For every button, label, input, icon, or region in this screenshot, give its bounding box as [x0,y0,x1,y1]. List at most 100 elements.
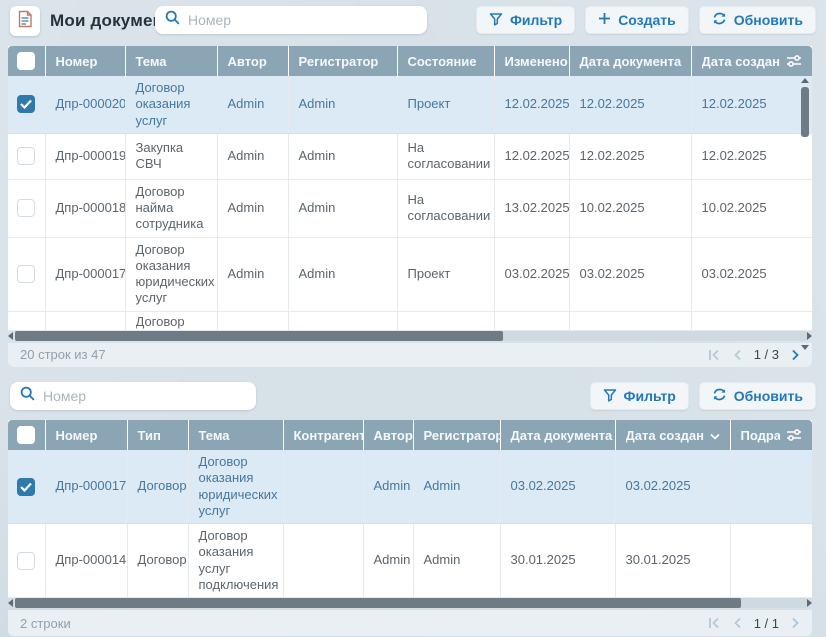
prev-page-icon[interactable] [733,617,742,629]
table-row[interactable]: Дпр-000018 Договор найма сотрудника Admi… [8,179,812,237]
cell-doc-date: 12.02.2025 [569,76,691,133]
filter-button[interactable]: Фильтр [590,382,689,410]
cell-number: Дпр-000017 [45,237,125,311]
cell-registrar: Admin [288,76,397,133]
cell-type: Договор [127,450,188,524]
refresh-button[interactable]: Обновить [699,382,816,410]
toolbar-buttons-top: Фильтр Создать Обновить [476,6,816,34]
first-page-icon[interactable] [708,617,721,629]
column-settings-icon[interactable] [786,54,802,68]
col-header-created[interactable]: Дата создания [691,46,812,76]
col-header-author[interactable]: Автор [217,46,288,76]
col-header-author[interactable]: Автор [363,420,413,450]
cell-state: Проект [397,237,494,311]
col-header-created[interactable]: Дата создания [615,420,730,450]
search-box-top [155,6,427,34]
cell-registrar: Admin [288,133,397,179]
refresh-button[interactable]: Обновить [699,6,816,34]
cell-number: Дпр-000020 [45,76,125,133]
first-page-icon[interactable] [708,349,721,361]
col-header-type[interactable]: Тип [127,420,188,450]
table-row[interactable]: Дпр-000014 Договор Договор оказания услу… [8,524,812,598]
horizontal-scrollbar[interactable] [8,598,812,608]
table-footer: 2 строки 1 / 1 [8,610,812,636]
search-box-bottom [10,382,256,410]
next-page-icon[interactable] [791,617,800,629]
horizontal-scroll-thumb[interactable] [15,331,503,341]
horizontal-scrollbar[interactable] [8,331,812,341]
next-page-icon[interactable] [791,349,800,361]
vertical-scroll-thumb[interactable] [801,87,809,137]
col-header-registrar[interactable]: Регистратор [413,420,500,450]
row-checkbox[interactable] [17,552,35,570]
col-header-modified[interactable]: Изменено [494,46,569,76]
col-header-doc-date[interactable]: Дата документа [500,420,615,450]
filter-button[interactable]: Фильтр [476,6,575,34]
cell-created: 30.01.2025 [615,524,730,598]
scroll-left-arrow[interactable] [8,332,13,340]
rows-count-label: 20 строк из 47 [20,347,106,362]
col-header-state[interactable]: Состояние [397,46,494,76]
cell-created: 10.02.2025 [691,179,812,237]
plus-icon [598,12,611,28]
scroll-left-arrow[interactable] [8,599,13,607]
cell-number: Дпр-000018 [45,179,125,237]
filter-icon [489,12,503,29]
cell-registrar: Admin [288,237,397,311]
cell-department [730,524,812,598]
prev-page-icon[interactable] [733,349,742,361]
col-header-department[interactable]: Подразделение [730,420,812,450]
row-checkbox[interactable] [17,147,35,165]
horizontal-scroll-thumb[interactable] [15,598,741,608]
filter-icon [603,388,617,405]
search-input[interactable] [43,388,246,404]
scroll-right-arrow[interactable] [807,599,812,607]
search-icon [20,386,35,406]
table-row[interactable]: Дпр-000017 Договор оказания юридических … [8,237,812,311]
cell-theme: Договор оказания юридических услуг [125,237,217,311]
vertical-scrollbar[interactable] [799,78,811,350]
row-checkbox[interactable] [17,199,35,217]
col-header-counterparty[interactable]: Контрагент [283,420,363,450]
cell-type: Договор [127,524,188,598]
pagination: 1 / 3 [708,347,800,362]
documents-icon-button[interactable] [10,6,40,36]
scroll-down-arrow[interactable] [801,345,809,350]
cell-number: Дпр-000017 [45,450,127,524]
table-row-partial[interactable]: Договор [8,311,812,330]
filter-button-label: Фильтр [510,12,562,28]
table-footer: 20 строк из 47 1 / 3 [8,343,812,367]
search-input[interactable] [188,12,417,28]
cell-doc-date: 03.02.2025 [569,237,691,311]
scroll-up-arrow[interactable] [801,78,809,83]
cell-registrar: Admin [413,524,500,598]
col-header-theme[interactable]: Тема [125,46,217,76]
table-row[interactable]: Дпр-000019 Закупка СВЧ Admin Admin На со… [8,133,812,179]
cell-created: 12.02.2025 [691,133,812,179]
row-checkbox[interactable] [17,478,35,496]
select-all-checkbox[interactable] [17,426,35,444]
col-header-doc-date[interactable]: Дата документа [569,46,691,76]
refresh-button-label: Обновить [734,12,803,28]
cell-doc-date: 10.02.2025 [569,179,691,237]
cell-modified: 03.02.2025 [494,237,569,311]
page-indicator: 1 / 1 [754,616,779,631]
table-row[interactable]: Дпр-000017 Договор Договор оказания юрид… [8,450,812,524]
select-all-checkbox[interactable] [17,52,35,70]
col-header-number[interactable]: Номер [45,46,125,76]
create-button[interactable]: Создать [585,6,689,34]
pagination: 1 / 1 [708,616,800,631]
col-header-registrar[interactable]: Регистратор [288,46,397,76]
linked-documents-table: Номер Тип Тема Контрагент Автор Регистра… [8,420,812,636]
col-header-number[interactable]: Номер [45,420,127,450]
row-checkbox[interactable] [17,265,35,283]
table-header-row: Номер Тип Тема Контрагент Автор Регистра… [8,420,812,450]
cell-theme: Договор оказания услуг подключения [188,524,283,598]
column-settings-icon[interactable] [786,428,802,442]
row-checkbox[interactable] [17,95,35,113]
cell-theme: Закупка СВЧ [125,133,217,179]
col-header-theme[interactable]: Тема [188,420,283,450]
table-row[interactable]: Дпр-000020 Договор оказания услуг Admin … [8,76,812,133]
cell-theme: Договор [136,314,207,330]
cell-theme: Договор оказания юридических услуг [188,450,283,524]
